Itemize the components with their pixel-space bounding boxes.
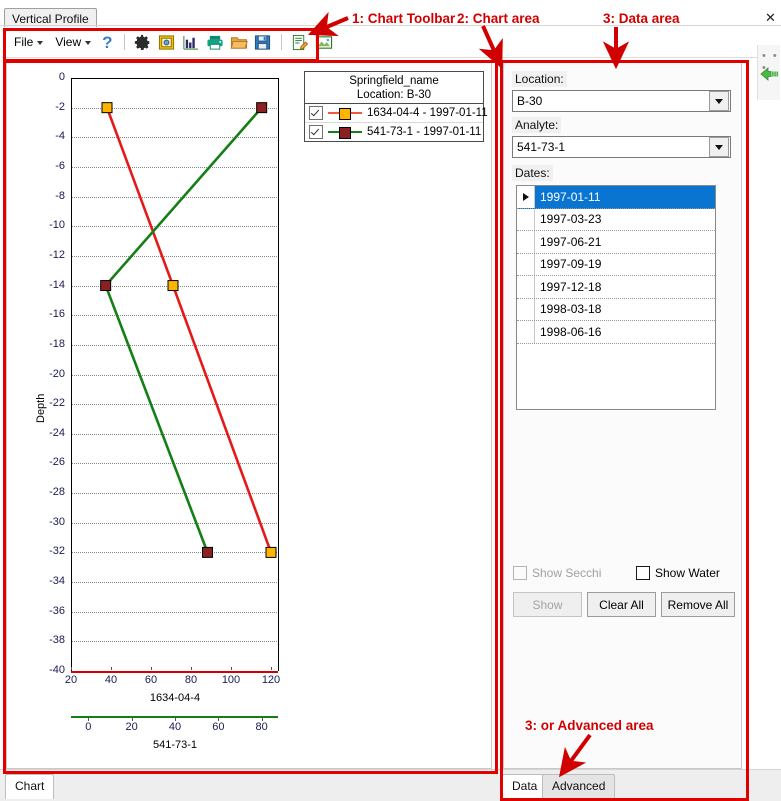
annotation-3: 3: Data area — [603, 11, 680, 26]
chart-properties-icon[interactable] — [155, 31, 179, 53]
tab-advanced[interactable]: Advanced — [542, 774, 616, 799]
series-marker[interactable] — [265, 546, 277, 558]
toolbar-separator — [280, 34, 282, 50]
clear-all-button[interactable]: Clear All — [587, 592, 656, 617]
legend-checkbox[interactable] — [309, 106, 323, 120]
date-list-item[interactable]: 1997-01-11 — [517, 186, 715, 209]
legend-series-label: 1634-04-4 - 1997-01-11 — [367, 107, 488, 119]
legend-row[interactable]: 541-73-1 - 1997-01-11 — [305, 123, 483, 141]
date-list-item[interactable]: 1997-03-23 — [517, 208, 715, 231]
row-selector-gutter — [517, 231, 535, 253]
legend-rows: 1634-04-4 - 1997-01-11 541-73-1 - 1997-01… — [305, 104, 488, 141]
location-label: Location: — [512, 71, 567, 87]
legend-header: Springfield_name Location: B-30 — [305, 72, 483, 104]
folder-open-icon[interactable] — [227, 31, 251, 53]
chart-toolbar: File View ? — [2, 27, 779, 58]
date-list-item[interactable]: 1997-09-19 — [517, 253, 715, 276]
analyte-dropdown[interactable]: 541-73-1 — [512, 136, 731, 158]
analyte-value: 541-73-1 — [517, 140, 566, 154]
gear-icon[interactable] — [131, 31, 155, 53]
dates-list[interactable]: 1997-01-11 1997-03-23 1997-06-21 1997-09-19… — [516, 185, 716, 410]
series-marker[interactable] — [202, 546, 213, 558]
show-secchi-checkbox: Show Secchi — [513, 566, 601, 580]
legend-title: Springfield_name — [349, 75, 439, 87]
show-water-label: Show Water — [655, 566, 720, 580]
series-marker[interactable] — [167, 280, 179, 292]
date-value: 1997-03-23 — [540, 212, 602, 227]
series-marker[interactable] — [101, 102, 113, 114]
row-selector-gutter — [517, 276, 535, 298]
collapse-left-arrow-icon[interactable] — [760, 67, 779, 81]
show-secchi-label: Show Secchi — [532, 566, 602, 580]
legend-series-swatch — [328, 107, 362, 120]
date-value: 1997-06-21 — [540, 234, 602, 249]
location-dropdown[interactable]: B-30 — [512, 90, 731, 112]
series-marker[interactable] — [100, 280, 112, 292]
date-value: 1997-01-11 — [540, 189, 601, 204]
row-selector-gutter — [517, 253, 535, 275]
location-value: B-30 — [517, 94, 543, 108]
series-line — [104, 106, 263, 553]
date-value: 1998-06-16 — [540, 324, 602, 339]
chevron-down-icon — [85, 41, 92, 45]
chevron-down-icon[interactable] — [709, 91, 729, 111]
row-selector-gutter — [517, 208, 535, 230]
panel-collapse-gadget[interactable]: • • • — [757, 45, 780, 100]
dates-label: Dates: — [512, 165, 553, 181]
menu-view[interactable]: View — [49, 32, 97, 52]
date-list-item[interactable]: 1997-06-21 — [517, 231, 715, 254]
legend-checkbox[interactable] — [309, 125, 323, 139]
data-area[interactable]: Location: B-30 Analyte: 541-73-1 Dates: … — [503, 62, 742, 769]
analyte-label: Analyte: — [512, 117, 562, 133]
chart-legend: Springfield_name Location: B-30 1634-04-… — [304, 71, 488, 142]
date-value: 1997-09-19 — [540, 257, 602, 272]
show-water-checkbox[interactable]: Show Water — [636, 566, 720, 580]
chart-area[interactable]: Depth 0 -2 -4 -6 -8 -10 -12 -14 -16 -18 -20 -22 -24-… — [6, 62, 492, 769]
edit-note-icon[interactable] — [288, 31, 312, 53]
annotation-4: 3: or Advanced area — [525, 718, 654, 733]
date-list-item[interactable]: 1997-12-18 — [517, 276, 715, 299]
printer-icon[interactable] — [203, 31, 227, 53]
menu-file-label: File — [14, 35, 34, 49]
annotation-1: 1: Chart Toolbar — [352, 11, 456, 26]
show-button: Show — [513, 592, 582, 617]
row-selector-gutter — [517, 298, 535, 320]
series-marker[interactable] — [256, 102, 268, 114]
legend-series-swatch — [328, 126, 362, 139]
series-line — [105, 107, 273, 553]
menu-file[interactable]: File — [8, 32, 49, 52]
date-value: 1997-12-18 — [540, 279, 602, 294]
legend-series-label: 541-73-1 - 1997-01-11 — [367, 126, 482, 138]
remove-all-button[interactable]: Remove All — [661, 592, 735, 617]
checkbox-box — [513, 566, 527, 580]
current-row-arrow-icon — [522, 192, 529, 201]
tab-chart[interactable]: Chart — [5, 774, 55, 799]
legend-subtitle: Location: B-30 — [356, 89, 432, 101]
vertical-profile-window: Vertical Profile ✕ File View ? Depth 0 -… — [0, 0, 781, 801]
legend-row[interactable]: 1634-04-4 - 1997-01-11 — [305, 104, 488, 123]
tab-data[interactable]: Data — [502, 774, 548, 799]
bar-chart-icon[interactable] — [179, 31, 203, 53]
menu-view-label: View — [55, 35, 82, 49]
annotation-2: 2: Chart area — [457, 11, 540, 26]
date-list-item[interactable]: 1998-03-18 — [517, 298, 715, 321]
date-value: 1998-03-18 — [540, 302, 602, 317]
chevron-down-icon — [37, 41, 44, 45]
save-icon[interactable] — [251, 31, 275, 53]
date-list-item[interactable]: 1998-06-16 — [517, 321, 715, 344]
chevron-down-icon[interactable] — [709, 137, 729, 157]
close-icon[interactable]: ✕ — [765, 10, 776, 26]
bottom-tabbar: Chart Data Advanced — [0, 769, 781, 801]
plot-host: 0 -2 -4 -6 -8 -10 -12 -14 -16 -18 -20 -22 -24 -26 -28-… — [7, 63, 307, 768]
row-selector-gutter — [517, 321, 535, 343]
help-icon[interactable]: ? — [97, 34, 117, 51]
checkbox-box[interactable] — [636, 566, 650, 580]
series-overlay — [100, 102, 277, 558]
toolbar-separator — [123, 34, 125, 50]
export-image-icon[interactable] — [312, 31, 336, 53]
row-selector-gutter — [517, 186, 535, 208]
